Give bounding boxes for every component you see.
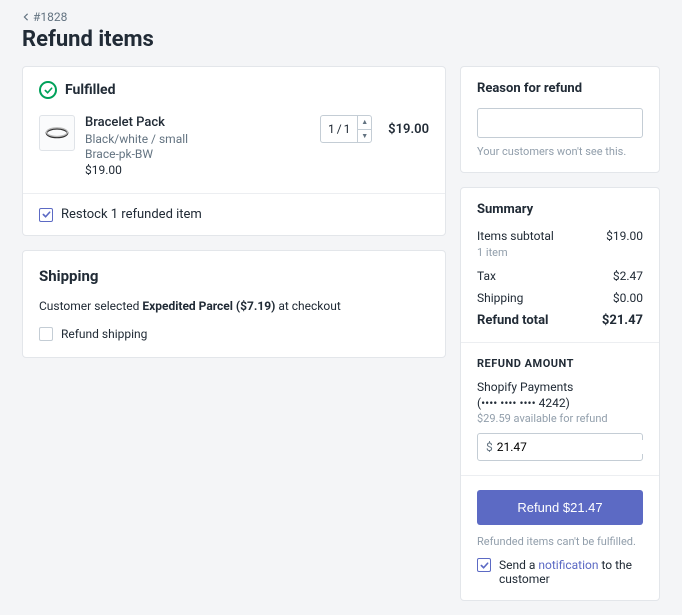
checkmark-icon	[42, 210, 51, 219]
total-value: $21.47	[602, 313, 643, 328]
refund-shipping-checkbox[interactable]	[39, 327, 53, 341]
chevron-left-icon	[22, 13, 30, 21]
restock-checkbox[interactable]	[39, 208, 53, 222]
refund-shipping-label: Refund shipping	[61, 327, 147, 341]
subtotal-count: 1 item	[477, 246, 643, 259]
shipping-method: Expedited Parcel ($7.19)	[142, 299, 275, 313]
refund-amount-label: REFUND AMOUNT	[477, 357, 643, 370]
breadcrumb-order-number: #1828	[33, 10, 67, 24]
shipping-heading: Shipping	[39, 267, 429, 285]
reason-hint: Your customers won't see this.	[477, 145, 643, 158]
item-sku: Brace-pk-BW	[85, 147, 310, 161]
line-item: Bracelet Pack Black/white / small Brace-…	[23, 109, 445, 193]
reason-card: Reason for refund Your customers won't s…	[460, 66, 660, 173]
page-title: Refund items	[22, 27, 660, 52]
fulfilled-label: Fulfilled	[65, 82, 115, 98]
tax-label: Tax	[477, 269, 496, 283]
refund-note: Refunded items can't be fulfilled.	[477, 535, 643, 548]
line-total: $19.00	[388, 122, 429, 137]
total-label: Refund total	[477, 313, 548, 328]
qty-max: 1	[344, 122, 351, 136]
subtotal-value: $19.00	[606, 229, 643, 243]
restock-label: Restock 1 refunded item	[61, 207, 202, 222]
notification-link[interactable]: notification	[538, 558, 598, 572]
qty-increment[interactable]: ▲	[358, 116, 371, 130]
item-title: Bracelet Pack	[85, 115, 310, 130]
notify-text: Send a notification to the customer	[499, 558, 643, 586]
tax-value: $2.47	[613, 269, 643, 283]
item-variant: Black/white / small	[85, 132, 310, 146]
reason-input[interactable]	[477, 108, 643, 138]
item-unit-price: $19.00	[85, 163, 310, 177]
qty-current: 1	[328, 122, 335, 136]
currency-prefix: $	[486, 440, 493, 454]
shipping-value: $0.00	[613, 291, 643, 305]
refund-amount-input[interactable]	[497, 440, 653, 454]
fulfilled-check-icon	[39, 81, 57, 99]
available-for-refund: $29.59 available for refund	[477, 412, 643, 425]
reason-heading: Reason for refund	[477, 81, 643, 96]
subtotal-label: Items subtotal	[477, 229, 554, 243]
shipping-label: Shipping	[477, 291, 523, 305]
refund-amount-input-wrap[interactable]: $	[477, 433, 643, 461]
shipping-card: Shipping Customer selected Expedited Par…	[22, 250, 446, 358]
shipping-text: Customer selected Expedited Parcel ($7.1…	[39, 299, 429, 313]
fulfilled-card: Fulfilled Bracelet Pack Black/white / sm…	[22, 66, 446, 236]
checkmark-icon	[480, 561, 489, 570]
summary-card: Summary Items subtotal $19.00 1 item Tax…	[460, 187, 660, 601]
summary-heading: Summary	[477, 202, 643, 217]
quantity-stepper[interactable]: 1 / 1 ▲ ▼	[320, 115, 372, 143]
payment-masked-card: (•••• •••• •••• 4242)	[477, 396, 643, 410]
product-thumbnail	[39, 115, 75, 151]
breadcrumb-back[interactable]: #1828	[22, 10, 660, 24]
qty-decrement[interactable]: ▼	[358, 130, 371, 143]
notify-checkbox[interactable]	[477, 558, 491, 572]
payment-gateway: Shopify Payments	[477, 380, 643, 394]
refund-button[interactable]: Refund $21.47	[477, 490, 643, 525]
